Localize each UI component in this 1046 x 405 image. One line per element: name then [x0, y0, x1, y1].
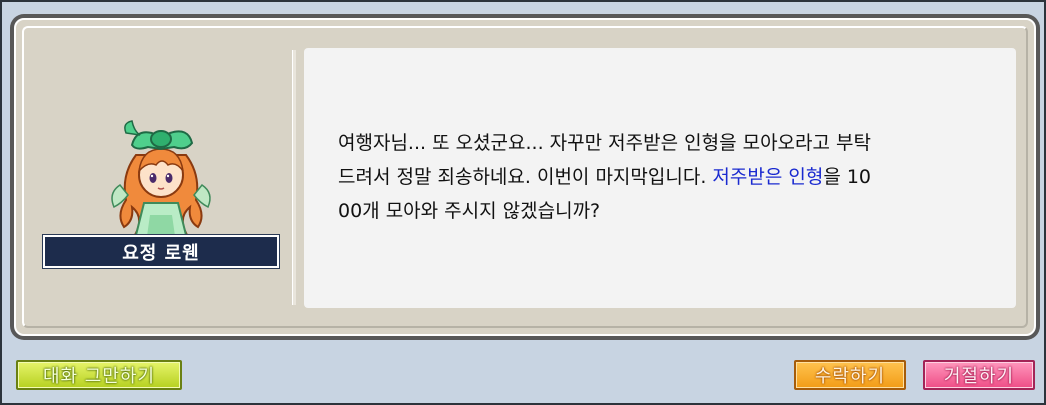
dialog-line-2-end: 을 10: [823, 166, 872, 188]
dialog-panel: 요정 로웬 여행자님... 또 오셨군요... 자꾸만 저주받은 인형을 모아오…: [14, 18, 1036, 336]
dialog-line-3: 00개 모아와 주시지 않겠습니까?: [338, 200, 601, 222]
dialog-text: 여행자님... 또 오셨군요... 자꾸만 저주받은 인형을 모아오라고 부탁 …: [338, 126, 998, 228]
npc-name: 요정 로웬: [122, 242, 200, 264]
dialog-line-2-start: 드려서 정말 죄송하네요. 이번이 마지막입니다.: [338, 166, 713, 188]
fairy-npc-portrait-icon: [111, 120, 211, 244]
npc-nameplate: 요정 로웬: [43, 235, 279, 268]
quest-item-highlight: 저주받은 인형: [712, 166, 824, 188]
end-chat-button[interactable]: 대화 그만하기: [16, 360, 182, 390]
panel-divider: [292, 50, 296, 305]
npc-dialog-window: 요정 로웬 여행자님... 또 오셨군요... 자꾸만 저주받은 인형을 모아오…: [0, 0, 1046, 405]
accept-button[interactable]: 수락하기: [794, 360, 906, 390]
dialog-text-panel: 여행자님... 또 오셨군요... 자꾸만 저주받은 인형을 모아오라고 부탁 …: [304, 48, 1016, 308]
dialog-line-1: 여행자님... 또 오셨군요... 자꾸만 저주받은 인형을 모아오라고 부탁: [338, 132, 871, 154]
decline-button[interactable]: 거절하기: [923, 360, 1035, 390]
dialog-line-2: 드려서 정말 죄송하네요. 이번이 마지막입니다. 저주받은 인형을 10: [338, 160, 998, 194]
dialog-frame: 요정 로웬 여행자님... 또 오셨군요... 자꾸만 저주받은 인형을 모아오…: [10, 14, 1040, 340]
